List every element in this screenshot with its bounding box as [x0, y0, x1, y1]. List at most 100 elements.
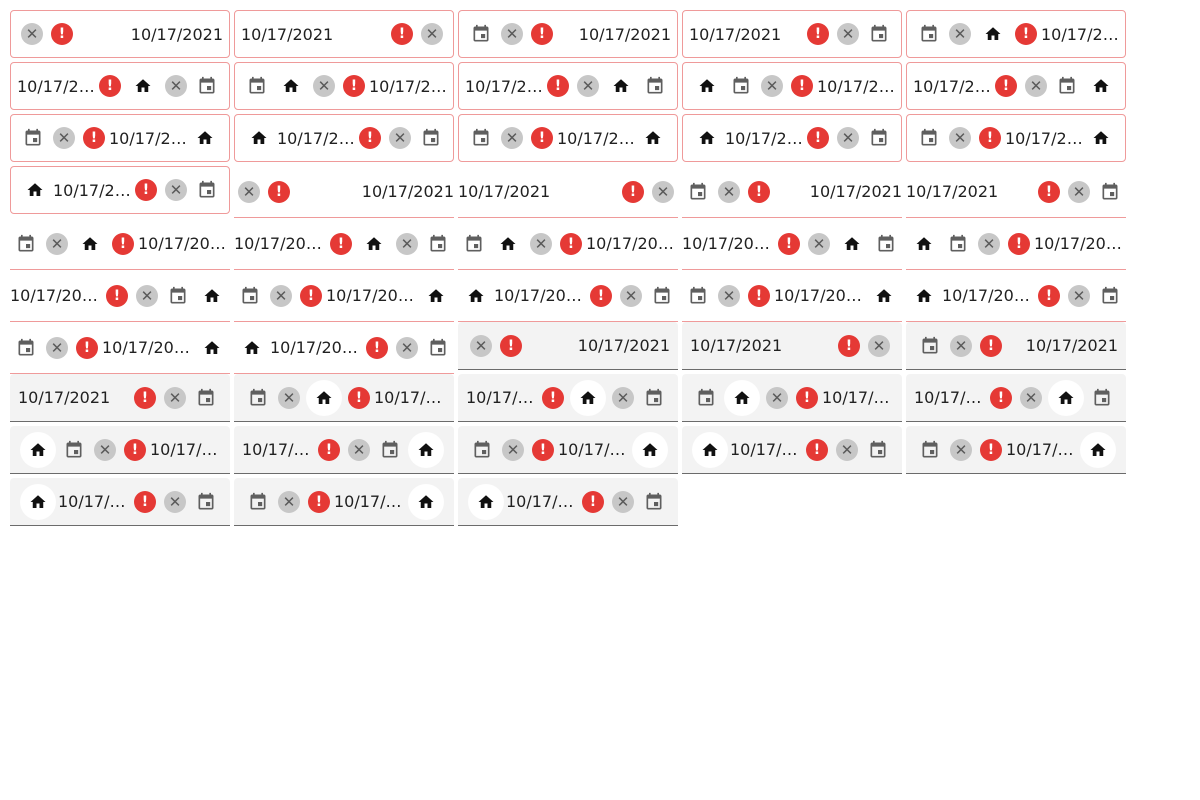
- home-icon[interactable]: [464, 284, 488, 308]
- clear-circle-icon[interactable]: ✕: [396, 232, 418, 255]
- date-field[interactable]: 10/17/2021! ✕: [10, 62, 230, 110]
- date-field[interactable]: 10/17/2021! ✕: [10, 478, 230, 526]
- clear-circle-icon[interactable]: ✕: [836, 438, 858, 461]
- date-field[interactable]: 10/17/2021! ✕: [682, 10, 902, 58]
- home-icon[interactable]: [468, 483, 504, 520]
- date-field[interactable]: 10/17/2021! ✕: [10, 270, 230, 322]
- date-field[interactable]: ✕!10/17/2021: [906, 114, 1126, 162]
- home-icon[interactable]: [193, 126, 217, 150]
- clear-circle-icon[interactable]: ✕: [501, 127, 523, 149]
- home-icon[interactable]: [570, 379, 606, 416]
- date-value[interactable]: 10/17/2021: [774, 286, 866, 305]
- date-field[interactable]: ✕!10/17/2021: [906, 322, 1126, 370]
- date-value[interactable]: 10/17/2021: [102, 338, 194, 357]
- date-value[interactable]: 10/17/2021: [234, 234, 326, 253]
- date-value[interactable]: 10/17/2021: [1006, 440, 1078, 459]
- calendar-icon[interactable]: [1090, 386, 1114, 410]
- date-field[interactable]: ✕!10/17/2021: [10, 114, 230, 162]
- calendar-icon[interactable]: [867, 22, 891, 46]
- date-field[interactable]: 10/17/2021! ✕: [234, 322, 454, 374]
- clear-circle-icon[interactable]: ✕: [950, 438, 972, 461]
- calendar-icon[interactable]: [917, 126, 941, 150]
- calendar-icon[interactable]: [1098, 284, 1122, 308]
- home-icon[interactable]: [78, 232, 102, 256]
- date-field[interactable]: 10/17/2021! ✕: [234, 114, 454, 162]
- home-icon[interactable]: [1089, 126, 1113, 150]
- calendar-icon[interactable]: [694, 386, 718, 410]
- date-field[interactable]: ✕!10/17/2021: [682, 166, 902, 218]
- calendar-icon[interactable]: [469, 22, 493, 46]
- calendar-icon[interactable]: [14, 232, 38, 256]
- clear-circle-icon[interactable]: ✕: [868, 334, 890, 357]
- date-field[interactable]: 10/17/2021! ✕: [906, 62, 1126, 110]
- date-field[interactable]: 10/17/2021! ✕: [458, 374, 678, 422]
- date-value[interactable]: 10/17/2021: [374, 388, 446, 407]
- date-value[interactable]: 10/17/2021: [150, 440, 222, 459]
- date-field[interactable]: ✕!10/17/2021: [458, 114, 678, 162]
- clear-circle-icon[interactable]: ✕: [766, 386, 788, 409]
- clear-circle-icon[interactable]: ✕: [53, 127, 75, 149]
- date-value[interactable]: 10/17/2021: [942, 286, 1034, 305]
- date-field[interactable]: ✕!10/17/2021: [234, 270, 454, 322]
- calendar-icon[interactable]: [867, 126, 891, 150]
- clear-circle-icon[interactable]: ✕: [978, 232, 1000, 255]
- date-value[interactable]: 10/17/2021: [586, 234, 678, 253]
- clear-circle-icon[interactable]: ✕: [278, 386, 300, 409]
- date-value[interactable]: 10/17/2021: [725, 129, 803, 148]
- date-field[interactable]: ✕!10/17/2021: [906, 218, 1126, 270]
- clear-circle-icon[interactable]: ✕: [94, 438, 116, 461]
- home-icon[interactable]: [695, 74, 719, 98]
- clear-circle-icon[interactable]: ✕: [837, 23, 859, 45]
- date-value[interactable]: 10/17/2021: [494, 286, 586, 305]
- date-value[interactable]: 10/17/2021: [17, 77, 95, 96]
- clear-circle-icon[interactable]: ✕: [808, 232, 830, 255]
- date-field[interactable]: ✕!10/17/2021: [458, 426, 678, 474]
- calendar-icon[interactable]: [195, 74, 219, 98]
- calendar-icon[interactable]: [62, 438, 86, 462]
- home-icon[interactable]: [695, 126, 719, 150]
- calendar-icon[interactable]: [462, 232, 486, 256]
- date-value[interactable]: 10/17/2021: [822, 388, 894, 407]
- date-field[interactable]: ✕!10/17/2021: [906, 426, 1126, 474]
- date-field[interactable]: ✕!10/17/2021: [234, 374, 454, 422]
- date-value[interactable]: 10/17/2021: [526, 336, 670, 355]
- clear-circle-icon[interactable]: ✕: [612, 386, 634, 409]
- home-icon[interactable]: [1089, 74, 1113, 98]
- home-icon[interactable]: [20, 483, 56, 520]
- home-icon[interactable]: [1048, 379, 1084, 416]
- date-value[interactable]: 10/17/2021: [58, 492, 130, 511]
- clear-circle-icon[interactable]: ✕: [165, 75, 187, 97]
- home-icon[interactable]: [424, 284, 448, 308]
- home-icon[interactable]: [279, 74, 303, 98]
- home-icon[interactable]: [632, 431, 668, 468]
- clear-circle-icon[interactable]: ✕: [837, 127, 859, 149]
- calendar-icon[interactable]: [918, 334, 942, 358]
- clear-circle-icon[interactable]: ✕: [46, 232, 68, 255]
- clear-circle-icon[interactable]: ✕: [348, 438, 370, 461]
- date-field[interactable]: ✕!10/17/2021: [10, 218, 230, 270]
- home-icon[interactable]: [692, 431, 728, 468]
- date-field[interactable]: ✕!10/17/2021: [458, 10, 678, 58]
- calendar-icon[interactable]: [194, 386, 218, 410]
- date-value[interactable]: 10/17/2021: [1041, 25, 1119, 44]
- home-icon[interactable]: [609, 74, 633, 98]
- home-icon[interactable]: [840, 232, 864, 256]
- clear-circle-icon[interactable]: ✕: [1025, 75, 1047, 97]
- home-icon[interactable]: [981, 22, 1005, 46]
- date-field[interactable]: 10/17/2021! ✕: [458, 270, 678, 322]
- calendar-icon[interactable]: [642, 490, 666, 514]
- clear-circle-icon[interactable]: ✕: [389, 127, 411, 149]
- home-icon[interactable]: [408, 431, 444, 468]
- date-value[interactable]: 10/17/2021: [817, 77, 895, 96]
- date-field[interactable]: 10/17/2021! ✕: [234, 218, 454, 270]
- calendar-icon[interactable]: [246, 490, 270, 514]
- clear-circle-icon[interactable]: ✕: [136, 284, 158, 307]
- clear-circle-icon[interactable]: ✕: [949, 23, 971, 45]
- date-value[interactable]: 10/17/2021: [730, 440, 802, 459]
- clear-circle-icon[interactable]: ✕: [421, 23, 443, 45]
- calendar-icon[interactable]: [426, 336, 450, 360]
- home-icon[interactable]: [1080, 431, 1116, 468]
- date-value[interactable]: 10/17/2021: [1034, 234, 1126, 253]
- date-value[interactable]: 10/17/2021: [689, 25, 803, 44]
- date-value[interactable]: 10/17/2021: [109, 129, 187, 148]
